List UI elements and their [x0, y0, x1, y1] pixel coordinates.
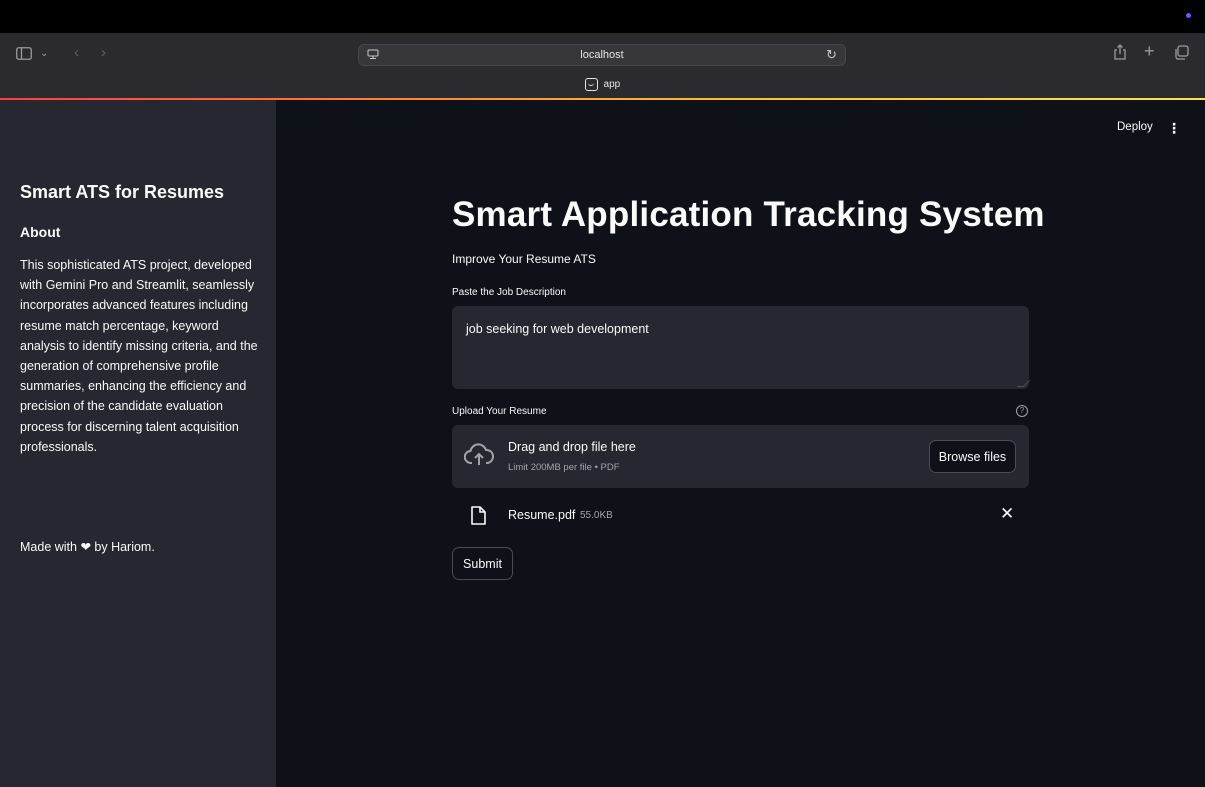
url-text: localhost [580, 49, 624, 61]
status-dot-icon [1186, 13, 1191, 18]
job-description-label: Paste the Job Description [452, 287, 566, 298]
browser-toolbar: ⌄ ‹ › localhost ↻ + app [0, 33, 1205, 99]
job-description-textarea[interactable]: job seeking for web development [452, 306, 1031, 389]
help-icon[interactable]: ? [1016, 405, 1028, 417]
sidebar: Smart ATS for Resumes About This sophist… [0, 100, 276, 787]
address-bar[interactable]: localhost ↻ [358, 44, 846, 66]
share-icon[interactable] [1113, 44, 1127, 64]
uploaded-file-row: Resume.pdf 55.0KB ✕ [452, 502, 1029, 532]
forward-icon[interactable]: › [101, 45, 106, 61]
dropzone-limit: Limit 200MB per file • PDF [508, 462, 620, 473]
system-top-strip [0, 0, 1205, 33]
remove-file-icon[interactable]: ✕ [1000, 504, 1014, 524]
deploy-button[interactable]: Deploy [1117, 121, 1153, 133]
submit-button[interactable]: Submit [452, 547, 513, 580]
made-with-credit: Made with ❤ by Hariom. [20, 540, 155, 554]
main-menu-icon[interactable]: ⋮ [1167, 120, 1181, 137]
page-title: Smart Application Tracking System [452, 195, 1045, 234]
cloud-upload-icon [463, 443, 494, 467]
file-size: 55.0KB [580, 510, 613, 521]
file-name: Resume.pdf [508, 508, 576, 522]
reload-icon[interactable]: ↻ [826, 47, 837, 63]
upload-label: Upload Your Resume [452, 406, 547, 417]
new-tab-icon[interactable]: + [1144, 42, 1155, 60]
about-heading: About [20, 224, 61, 240]
file-dropzone[interactable]: Drag and drop file here Limit 200MB per … [452, 425, 1029, 488]
resize-handle-icon[interactable] [1016, 380, 1031, 387]
sidebar-title: Smart ATS for Resumes [20, 182, 225, 202]
tab-app[interactable]: app [0, 78, 1205, 91]
page-subtitle: Improve Your Resume ATS [452, 252, 596, 266]
about-text: This sophisticated ATS project, develope… [20, 258, 258, 454]
browse-files-button[interactable]: Browse files [929, 440, 1016, 473]
dropzone-instructions: Drag and drop file here [508, 440, 636, 454]
tab-title: app [603, 79, 621, 91]
sidebar-toggle-icon[interactable] [16, 47, 32, 64]
job-description-value: job seeking for web development [466, 322, 649, 336]
chevron-down-icon[interactable]: ⌄ [40, 46, 48, 62]
back-icon[interactable]: ‹ [74, 45, 79, 61]
tab-overview-icon[interactable] [1174, 45, 1189, 64]
file-icon [471, 506, 486, 525]
main-content: Deploy ⋮ Smart Application Tracking Syst… [276, 100, 1205, 787]
streamlit-favicon-icon [584, 78, 598, 91]
